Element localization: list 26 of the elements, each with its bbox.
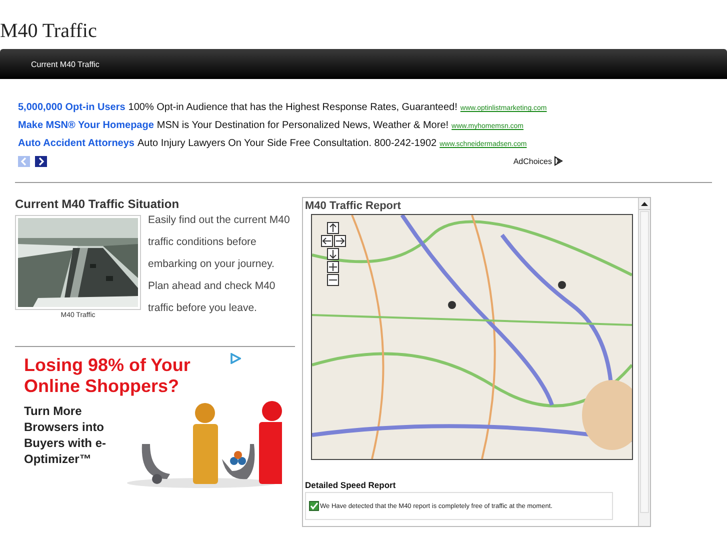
- banner-ad[interactable]: Losing 98% of Your Online Shoppers? Turn More Browsers into Buyers with e-Optimizer™: [15, 347, 295, 515]
- speed-report-heading: Detailed Speed Report: [305, 480, 397, 490]
- adchoices-icon[interactable]: [554, 156, 563, 166]
- scrollbar-thumb[interactable]: [640, 211, 649, 513]
- banner-headline: Losing 98% of Your Online Shoppers?: [24, 355, 192, 397]
- site-title: M40 Traffic: [0, 19, 98, 44]
- section-heading: Current M40 Traffic Situation: [15, 197, 180, 211]
- ad-headline-link[interactable]: 5,000,000 Opt-in Users: [18, 102, 126, 113]
- ad-text: 100% Opt-in Audience that has the Highest Response Rates, Guaranteed!: [128, 102, 458, 113]
- ad-text: Auto Injury Lawyers On Your Side Free Consultation. 800-242-1902: [138, 138, 437, 149]
- pan-left-icon[interactable]: [320, 235, 332, 247]
- report-title: M40 Traffic Report: [305, 200, 402, 212]
- situation-paragraph: Easily find out the current M40 traffic conditions before embarking on your journey. Plan ahead and check M40 traffic before you leave.: [148, 213, 291, 316]
- pan-down-icon[interactable]: [327, 248, 339, 260]
- zoom-out-icon[interactable]: [327, 274, 339, 286]
- ad-headline-link[interactable]: Make MSN® Your Homepage: [18, 120, 154, 131]
- nav-tab[interactable]: Current M40 Traffic: [31, 60, 100, 68]
- ad-headline-link[interactable]: Auto Accident Attorneys: [18, 138, 134, 149]
- scrollbar[interactable]: [638, 198, 650, 526]
- scroll-up-icon[interactable]: [641, 202, 648, 206]
- ad-text: MSN is Your Destination for Personalized News, Weather & More!: [156, 120, 449, 131]
- pan-right-icon[interactable]: [334, 235, 346, 247]
- pan-up-icon[interactable]: [327, 222, 339, 234]
- zoom-in-icon[interactable]: [327, 261, 339, 273]
- banner-subline: Turn More Browsers into Buyers with e-Optimizer™: [24, 403, 108, 468]
- adchoices-link[interactable]: AdChoices: [513, 156, 552, 166]
